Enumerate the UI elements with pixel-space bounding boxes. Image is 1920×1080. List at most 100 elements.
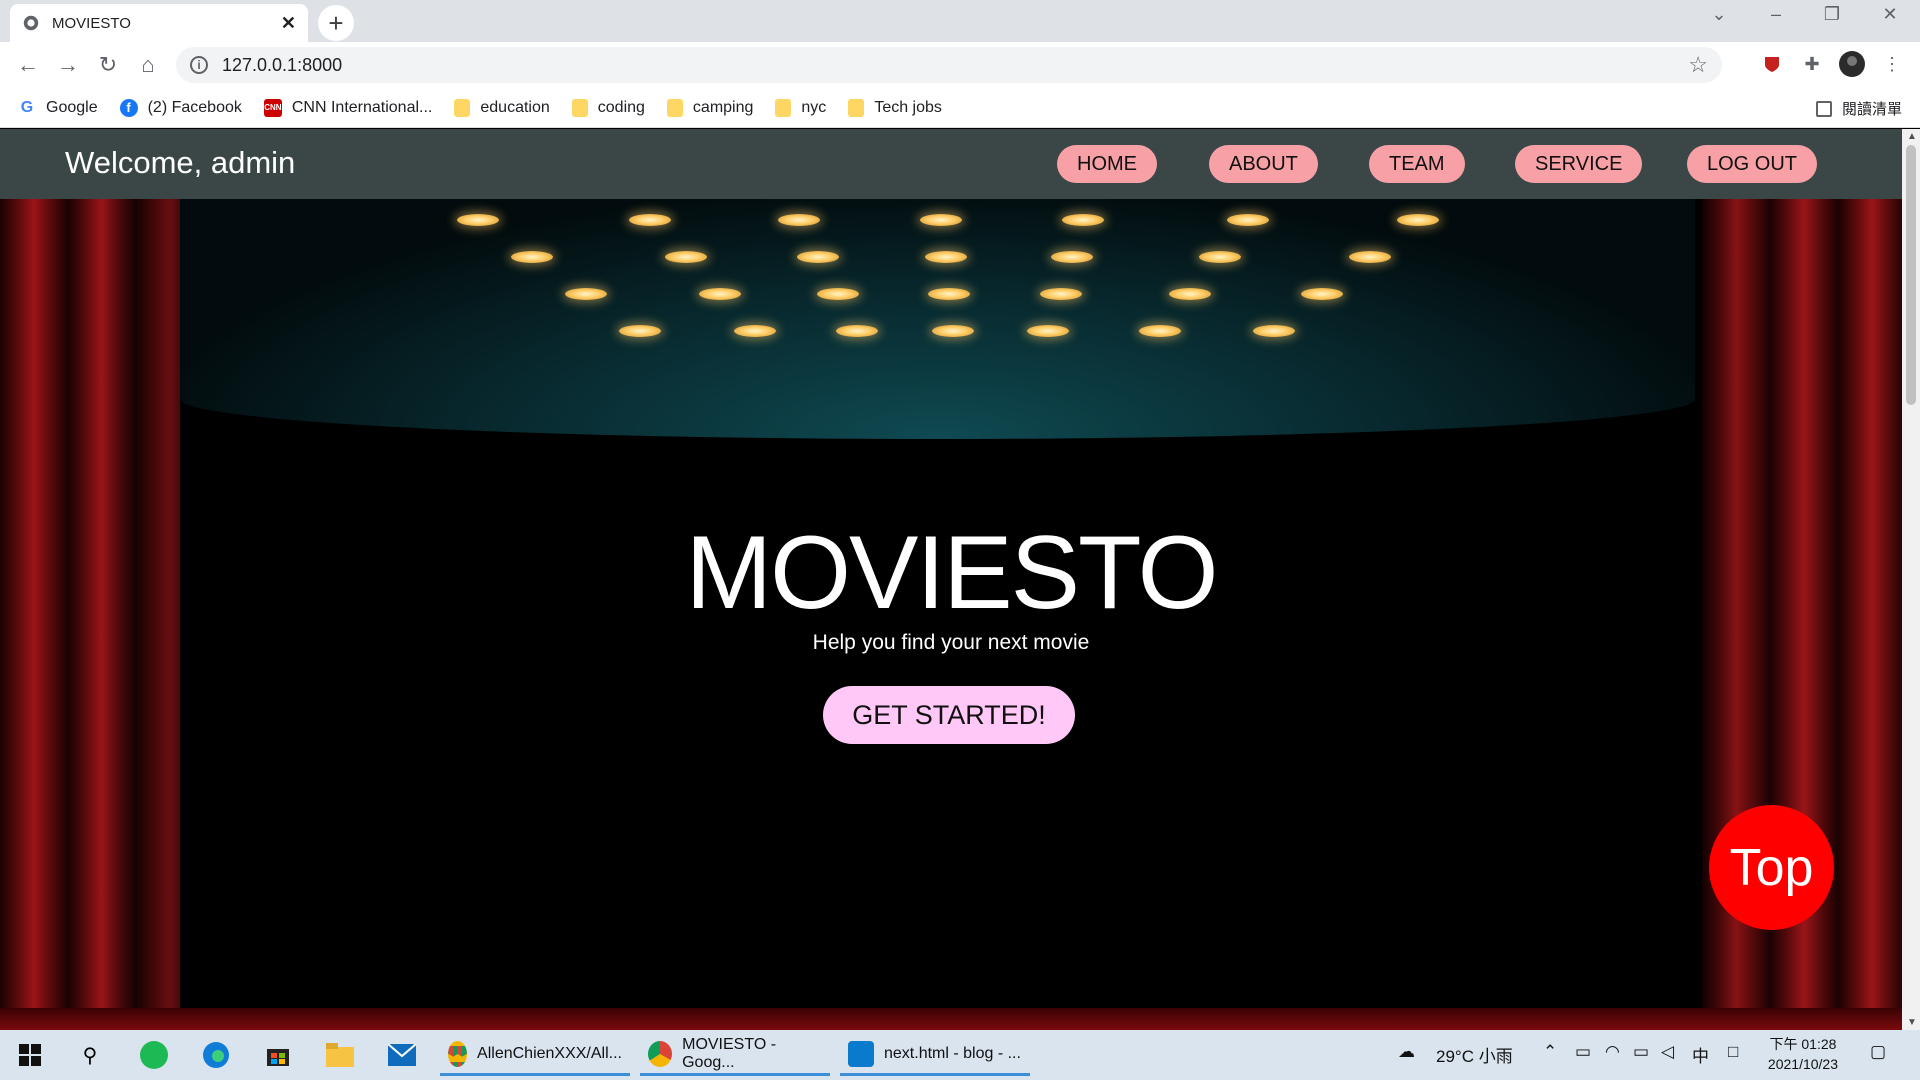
- show-hidden-icons-icon[interactable]: ⌃: [1543, 1042, 1557, 1062]
- edge-icon[interactable]: [200, 1039, 232, 1071]
- google-icon: G: [18, 98, 36, 117]
- mail-icon[interactable]: [386, 1039, 418, 1071]
- tab-title: MOVIESTO: [52, 14, 131, 32]
- ceiling-light: [665, 251, 707, 263]
- ime-indicator[interactable]: 中: [1692, 1042, 1709, 1067]
- ceiling-light: [619, 325, 661, 337]
- bookmark-folder-nyc[interactable]: nyc: [775, 98, 826, 117]
- ceiling-light: [1349, 251, 1391, 263]
- ceiling-light: [1397, 214, 1439, 226]
- hero-subtitle: Help you find your next movie: [812, 631, 1090, 654]
- url-text[interactable]: 127.0.0.1:8000: [222, 55, 342, 76]
- weather-icon[interactable]: ☁: [1398, 1042, 1415, 1062]
- ceiling-light: [699, 288, 741, 300]
- scrollbar-thumb[interactable]: [1906, 145, 1916, 405]
- ceiling-light: [1301, 288, 1343, 300]
- ceiling-light: [925, 251, 967, 263]
- store-icon[interactable]: [262, 1039, 294, 1071]
- ceiling-light: [1169, 288, 1211, 300]
- facebook-icon: f: [119, 98, 138, 117]
- scroll-down-icon[interactable]: ▼: [1907, 1017, 1917, 1028]
- reload-icon[interactable]: ↻: [88, 45, 128, 85]
- ceiling-light: [797, 251, 839, 263]
- taskbar-app-vscode[interactable]: next.html - blog - ...: [840, 1034, 1030, 1076]
- restore-icon[interactable]: ❐: [1808, 4, 1856, 25]
- cnn-icon: CNN: [263, 98, 282, 117]
- ceiling-light: [817, 288, 859, 300]
- volume-icon[interactable]: ◁: [1661, 1042, 1674, 1062]
- new-tab-button[interactable]: +: [318, 5, 354, 41]
- ceiling-light: [1139, 325, 1181, 337]
- bookmark-folder-tech-jobs[interactable]: Tech jobs: [848, 98, 942, 117]
- clock[interactable]: 下午 01:28 2021/10/23: [1768, 1034, 1838, 1074]
- extensions-puzzle-icon[interactable]: ✚: [1798, 50, 1826, 78]
- tab-search-icon[interactable]: ⌄: [1695, 4, 1743, 25]
- close-window-icon[interactable]: ✕: [1866, 4, 1914, 25]
- address-bar[interactable]: i 127.0.0.1:8000 ☆: [176, 47, 1722, 83]
- bookmark-facebook[interactable]: f (2) Facebook: [119, 98, 242, 117]
- vscode-icon: [848, 1040, 874, 1067]
- folder-icon: [454, 98, 471, 117]
- clock-time: 下午 01:28: [1769, 1036, 1837, 1052]
- ceiling-light: [836, 325, 878, 337]
- battery-icon[interactable]: ▭: [1633, 1042, 1649, 1062]
- tab-strip: MOVIESTO ✕ + ⌄ – ❐ ✕: [0, 0, 1920, 42]
- back-icon[interactable]: ←: [8, 45, 48, 85]
- ceiling-light: [734, 325, 776, 337]
- spotify-icon[interactable]: [138, 1039, 170, 1071]
- get-started-button[interactable]: GET STARTED!: [823, 686, 1075, 744]
- ceiling-light: [565, 288, 607, 300]
- forward-icon[interactable]: →: [48, 45, 88, 85]
- ceiling-light: [920, 214, 962, 226]
- browser-tab[interactable]: MOVIESTO ✕: [10, 4, 308, 42]
- nav-logout-button[interactable]: LOG OUT: [1687, 145, 1818, 183]
- site-navbar: Welcome, admin HOME ABOUT TEAM SERVICE L…: [0, 129, 1902, 199]
- profile-avatar[interactable]: [1838, 50, 1866, 78]
- ceiling-light: [629, 214, 671, 226]
- ime-mode-icon[interactable]: □: [1728, 1042, 1738, 1062]
- notifications-icon[interactable]: ▢: [1870, 1042, 1886, 1062]
- minimize-icon[interactable]: –: [1752, 4, 1800, 25]
- page-scrollbar[interactable]: ▲ ▼: [1902, 129, 1920, 1030]
- close-tab-icon[interactable]: ✕: [281, 13, 296, 34]
- chrome-icon: [648, 1040, 673, 1067]
- file-explorer-icon[interactable]: [324, 1039, 356, 1071]
- ceiling-light: [1253, 325, 1295, 337]
- meet-icon[interactable]: ▭: [1575, 1042, 1591, 1062]
- site-info-icon[interactable]: i: [190, 56, 208, 74]
- home-icon[interactable]: ⌂: [128, 45, 168, 85]
- bookmark-folder-coding[interactable]: coding: [571, 98, 645, 117]
- extension-shield-icon[interactable]: [1758, 50, 1786, 78]
- ceiling-light: [511, 251, 553, 263]
- ceiling-light: [1040, 288, 1082, 300]
- ceiling-light: [778, 214, 820, 226]
- nav-home-button[interactable]: HOME: [1057, 145, 1157, 183]
- windows-start-icon[interactable]: [14, 1039, 46, 1071]
- ceiling-light: [457, 214, 499, 226]
- taskbar-app-github[interactable]: AllenChienXXX/All...: [440, 1034, 630, 1076]
- ceiling-light: [1199, 251, 1241, 263]
- bookmark-star-icon[interactable]: ☆: [1688, 52, 1708, 78]
- bookmarks-bar: G Google f (2) Facebook CNN CNN Internat…: [0, 88, 1920, 128]
- scroll-up-icon[interactable]: ▲: [1907, 131, 1917, 142]
- scroll-top-button[interactable]: Top: [1709, 805, 1834, 930]
- ceiling-light: [928, 288, 970, 300]
- taskbar-app-moviesto[interactable]: MOVIESTO - Goog...: [640, 1034, 830, 1076]
- bookmark-google[interactable]: G Google: [18, 98, 98, 117]
- ceiling-light: [1051, 251, 1093, 263]
- nav-team-button[interactable]: TEAM: [1369, 145, 1465, 183]
- nav-service-button[interactable]: SERVICE: [1515, 145, 1643, 183]
- bookmark-folder-education[interactable]: education: [454, 98, 550, 117]
- weather-text[interactable]: 29°C 小雨: [1436, 1042, 1513, 1067]
- folder-icon: [848, 98, 865, 117]
- search-icon[interactable]: ⚲: [74, 1039, 106, 1071]
- browser-toolbar: ← → ↻ ⌂ i 127.0.0.1:8000 ☆ ✚ ⋮: [0, 42, 1920, 88]
- nav-about-button[interactable]: ABOUT: [1209, 145, 1318, 183]
- wifi-icon[interactable]: ◠: [1605, 1042, 1620, 1062]
- browser-menu-icon[interactable]: ⋮: [1878, 50, 1906, 78]
- reading-list-button[interactable]: 閱讀清單: [1815, 98, 1902, 119]
- bookmark-cnn[interactable]: CNN CNN International...: [263, 98, 432, 117]
- bookmark-folder-camping[interactable]: camping: [666, 98, 753, 117]
- theater-ceiling: [180, 199, 1695, 439]
- reading-list-icon: [1815, 100, 1832, 117]
